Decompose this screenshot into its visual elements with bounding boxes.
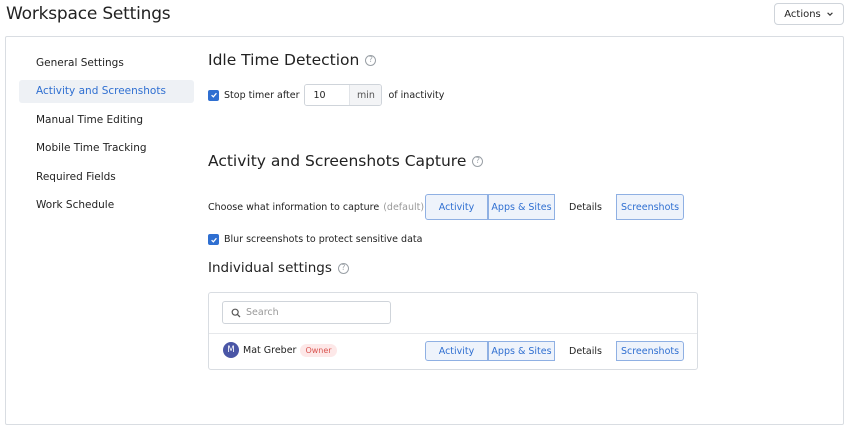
idle-title-text: Idle Time Detection: [208, 51, 360, 69]
capture-options-group: Activity Apps & Sites Details Screenshot…: [425, 194, 684, 220]
chevron-down-icon: [826, 12, 833, 16]
capture-choose-label: Choose what information to capture: [208, 202, 380, 213]
blur-screenshots-checkbox[interactable]: [208, 234, 219, 245]
capture-option-details[interactable]: Details: [555, 194, 616, 220]
idle-minutes-group: min: [304, 84, 383, 106]
blur-row: Blur screenshots to protect sensitive da…: [208, 234, 422, 245]
user-option-activity[interactable]: Activity: [425, 341, 488, 361]
capture-option-activity[interactable]: Activity: [425, 194, 488, 220]
avatar: M: [223, 342, 239, 358]
user-option-apps-sites[interactable]: Apps & Sites: [488, 341, 555, 361]
panel-divider: [209, 333, 697, 334]
idle-row: Stop timer after min of inactivity: [208, 84, 444, 106]
stop-timer-label: Stop timer after: [224, 89, 300, 101]
search-input[interactable]: [246, 307, 386, 318]
help-icon[interactable]: ?: [365, 54, 377, 66]
checkmark-icon: [210, 237, 217, 243]
help-icon[interactable]: ?: [337, 262, 349, 274]
search-box: [222, 301, 391, 324]
help-icon[interactable]: ?: [472, 155, 484, 167]
idle-minutes-input[interactable]: [305, 85, 350, 105]
sidebar-item-mobile-time-tracking[interactable]: Mobile Time Tracking: [19, 137, 194, 160]
sidebar-item-general-settings[interactable]: General Settings: [19, 51, 194, 74]
individual-section-title: Individual settings ?: [208, 260, 349, 276]
sidebar-item-manual-time-editing[interactable]: Manual Time Editing: [19, 108, 194, 131]
capture-default-label: (default): [383, 202, 425, 213]
page-title: Workspace Settings: [6, 4, 171, 24]
user-name: Mat Greber: [243, 344, 297, 356]
checkmark-icon: [210, 92, 217, 98]
stop-timer-checkbox[interactable]: [208, 89, 219, 101]
individual-panel: M Mat Greber Owner Activity Apps & Sites…: [208, 292, 698, 370]
settings-card: General Settings Activity and Screenshot…: [5, 36, 844, 425]
user-option-screenshots[interactable]: Screenshots: [616, 341, 684, 361]
user-row: M Mat Greber Owner: [223, 342, 337, 358]
owner-badge: Owner: [300, 343, 337, 357]
sidebar-item-activity-and-screenshots[interactable]: Activity and Screenshots: [19, 79, 194, 103]
inactivity-label: of inactivity: [388, 89, 445, 101]
capture-choose-row: Choose what information to capture (defa…: [208, 202, 424, 213]
idle-section-title: Idle Time Detection ?: [208, 51, 377, 69]
idle-minutes-unit: min: [349, 85, 382, 105]
sidebar-item-work-schedule[interactable]: Work Schedule: [19, 194, 194, 217]
user-option-details[interactable]: Details: [555, 341, 616, 361]
actions-label: Actions: [784, 8, 821, 20]
capture-option-apps-sites[interactable]: Apps & Sites: [488, 194, 555, 220]
blur-screenshots-label: Blur screenshots to protect sensitive da…: [224, 234, 423, 245]
sidebar-item-required-fields[interactable]: Required Fields: [19, 165, 194, 188]
capture-option-screenshots[interactable]: Screenshots: [616, 194, 684, 220]
search-icon: [231, 308, 241, 317]
settings-sidebar: General Settings Activity and Screenshot…: [19, 51, 194, 222]
user-options-group: Activity Apps & Sites Details Screenshot…: [425, 341, 684, 361]
capture-title-text: Activity and Screenshots Capture: [208, 152, 467, 170]
individual-title-text: Individual settings: [208, 260, 332, 276]
actions-button[interactable]: Actions: [774, 3, 844, 25]
capture-section-title: Activity and Screenshots Capture ?: [208, 152, 484, 170]
